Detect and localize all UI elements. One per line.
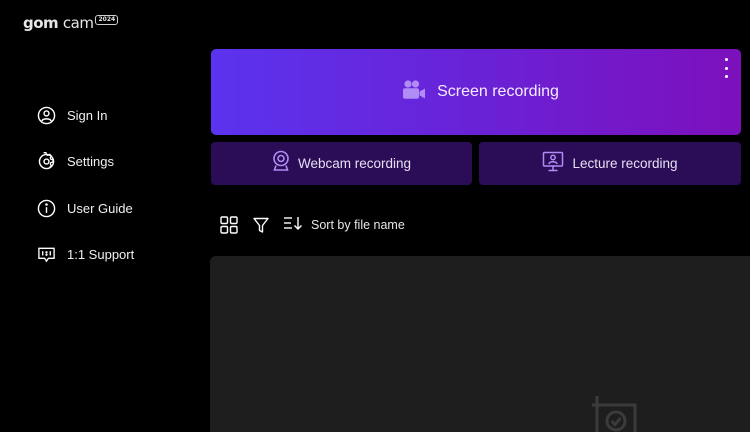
sidebar-item-settings[interactable]: Settings (36, 151, 134, 173)
sidebar-item-label: User Guide (67, 200, 133, 216)
webcam-recording-label: Webcam recording (297, 156, 412, 171)
webcam-recording-button[interactable]: Webcam recording (211, 142, 472, 185)
user-circle-icon (36, 105, 56, 125)
video-camera-icon (401, 79, 427, 106)
app-window: gom cam 2024 Sign In Settings User Guide… (0, 0, 750, 432)
sidebar: Sign In Settings User Guide 1:1 Support (36, 104, 134, 290)
lecture-recording-button[interactable]: Lecture recording (479, 142, 741, 185)
screen-recording-button[interactable]: Screen recording (211, 49, 741, 135)
empty-recording-icon (589, 393, 639, 432)
sidebar-item-user-guide[interactable]: User Guide (36, 197, 134, 219)
sidebar-item-label: Sign In (67, 107, 108, 123)
info-icon (36, 198, 56, 218)
app-logo: gom cam 2024 (23, 13, 119, 33)
logo-main-text: gom (23, 14, 59, 32)
file-list-area (210, 256, 750, 432)
grid-view-icon[interactable] (219, 215, 239, 235)
sort-button[interactable]: Sort by file name (283, 215, 405, 236)
gear-icon (36, 152, 56, 172)
logo-sub-text: cam (62, 14, 94, 32)
sidebar-item-label: 1:1 Support (67, 247, 135, 262)
sidebar-item-sign-in[interactable]: Sign In (36, 104, 134, 126)
support-chat-icon (36, 245, 56, 265)
sidebar-item-support[interactable]: 1:1 Support (36, 244, 134, 266)
lecture-icon (542, 151, 564, 177)
screen-recording-label: Screen recording (437, 83, 559, 100)
sort-descending-icon (283, 215, 303, 236)
file-toolbar: Sort by file name (219, 214, 405, 236)
sort-label: Sort by file name (311, 218, 405, 232)
lecture-recording-label: Lecture recording (572, 156, 678, 171)
filter-icon[interactable] (251, 215, 271, 235)
sidebar-item-label: Settings (67, 154, 114, 169)
more-options-icon[interactable] (721, 58, 731, 78)
webcam-icon (272, 150, 290, 177)
logo-year-badge: 2024 (95, 15, 119, 25)
